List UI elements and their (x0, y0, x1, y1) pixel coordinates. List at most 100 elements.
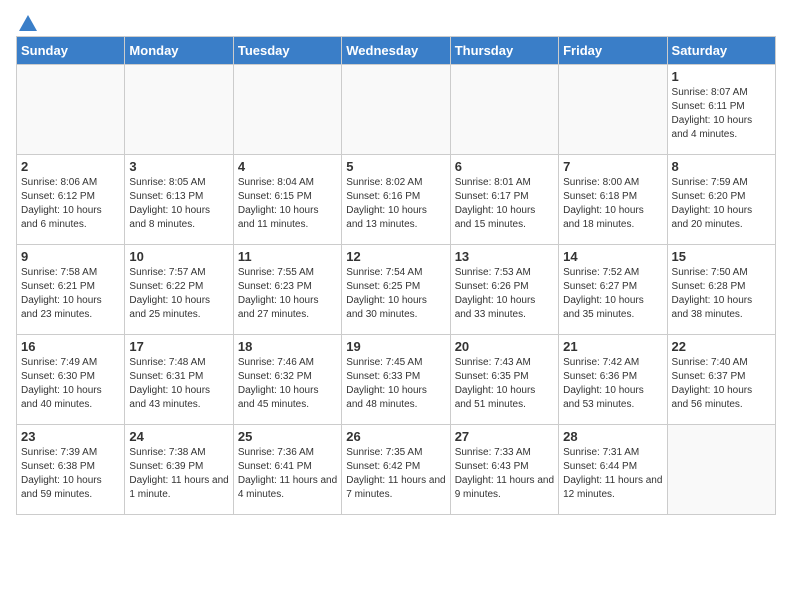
day-number: 11 (238, 249, 337, 264)
calendar-week-4: 16 Sunrise: 7:49 AM Sunset: 6:30 PM Dayli… (17, 335, 776, 425)
day-number: 21 (563, 339, 662, 354)
header-day-thursday: Thursday (450, 37, 558, 65)
calendar-cell: 25Sunrise: 7:36 AM Sunset: 6:41 PM Dayli… (233, 425, 341, 515)
day-info: Sunrise: 7:45 AM Sunset: 6:33 PM Dayligh… (346, 356, 445, 412)
calendar-table: SundayMondayTuesdayWednesdayThursdayFrid… (16, 36, 776, 515)
day-number: 19 (346, 339, 445, 354)
calendar-cell: 5 Sunrise: 8:02 AM Sunset: 6:16 PM Daylig… (342, 155, 450, 245)
calendar-cell: 23 Sunrise: 7:39 AM Sunset: 6:38 PM Dayli… (17, 425, 125, 515)
calendar-cell: 16 Sunrise: 7:49 AM Sunset: 6:30 PM Dayli… (17, 335, 125, 425)
calendar-cell: 19 Sunrise: 7:45 AM Sunset: 6:33 PM Dayli… (342, 335, 450, 425)
day-info: Sunrise: 7:39 AM Sunset: 6:38 PM Dayligh… (21, 446, 120, 502)
calendar-week-3: 9 Sunrise: 7:58 AM Sunset: 6:21 PM Daylig… (17, 245, 776, 335)
day-info: Sunrise: 7:36 AM Sunset: 6:41 PM Dayligh… (238, 446, 337, 502)
day-info: Sunrise: 8:00 AM Sunset: 6:18 PM Dayligh… (563, 176, 662, 232)
header-day-saturday: Saturday (667, 37, 775, 65)
day-info: Sunrise: 8:07 AM Sunset: 6:11 PM Dayligh… (672, 86, 771, 142)
day-info: Sunrise: 7:54 AM Sunset: 6:25 PM Dayligh… (346, 266, 445, 322)
day-number: 1 (672, 69, 771, 84)
calendar-cell: 15 Sunrise: 7:50 AM Sunset: 6:28 PM Dayli… (667, 245, 775, 335)
calendar-week-2: 2 Sunrise: 8:06 AM Sunset: 6:12 PM Daylig… (17, 155, 776, 245)
day-info: Sunrise: 7:58 AM Sunset: 6:21 PM Dayligh… (21, 266, 120, 322)
day-number: 3 (129, 159, 228, 174)
calendar-cell: 10Sunrise: 7:57 AM Sunset: 6:22 PM Dayli… (125, 245, 233, 335)
calendar-cell: 4 Sunrise: 8:04 AM Sunset: 6:15 PM Daylig… (233, 155, 341, 245)
calendar-cell (450, 65, 558, 155)
calendar-cell (342, 65, 450, 155)
calendar-cell: 11 Sunrise: 7:55 AM Sunset: 6:23 PM Dayli… (233, 245, 341, 335)
day-info: Sunrise: 8:05 AM Sunset: 6:13 PM Dayligh… (129, 176, 228, 232)
calendar-cell: 22 Sunrise: 7:40 AM Sunset: 6:37 PM Dayli… (667, 335, 775, 425)
day-number: 18 (238, 339, 337, 354)
day-info: Sunrise: 7:55 AM Sunset: 6:23 PM Dayligh… (238, 266, 337, 322)
day-info: Sunrise: 7:46 AM Sunset: 6:32 PM Dayligh… (238, 356, 337, 412)
logo (16, 16, 38, 28)
calendar-cell: 3 Sunrise: 8:05 AM Sunset: 6:13 PM Daylig… (125, 155, 233, 245)
day-info: Sunrise: 8:04 AM Sunset: 6:15 PM Dayligh… (238, 176, 337, 232)
day-number: 16 (21, 339, 120, 354)
calendar-cell (17, 65, 125, 155)
day-number: 7 (563, 159, 662, 174)
day-number: 17 (129, 339, 228, 354)
day-info: Sunrise: 8:06 AM Sunset: 6:12 PM Dayligh… (21, 176, 120, 232)
day-info: Sunrise: 7:40 AM Sunset: 6:37 PM Dayligh… (672, 356, 771, 412)
day-number: 28 (563, 429, 662, 444)
calendar-cell (125, 65, 233, 155)
day-number: 27 (455, 429, 554, 444)
calendar-cell: 27Sunrise: 7:33 AM Sunset: 6:43 PM Dayli… (450, 425, 558, 515)
calendar-cell: 9 Sunrise: 7:58 AM Sunset: 6:21 PM Daylig… (17, 245, 125, 335)
day-number: 15 (672, 249, 771, 264)
day-number: 8 (672, 159, 771, 174)
day-number: 9 (21, 249, 120, 264)
calendar-week-1: 1 Sunrise: 8:07 AM Sunset: 6:11 PM Daylig… (17, 65, 776, 155)
day-number: 23 (21, 429, 120, 444)
calendar-cell: 8 Sunrise: 7:59 AM Sunset: 6:20 PM Daylig… (667, 155, 775, 245)
calendar-cell: 18 Sunrise: 7:46 AM Sunset: 6:32 PM Dayli… (233, 335, 341, 425)
calendar-week-5: 23 Sunrise: 7:39 AM Sunset: 6:38 PM Dayli… (17, 425, 776, 515)
day-info: Sunrise: 8:02 AM Sunset: 6:16 PM Dayligh… (346, 176, 445, 232)
day-number: 5 (346, 159, 445, 174)
day-info: Sunrise: 7:53 AM Sunset: 6:26 PM Dayligh… (455, 266, 554, 322)
day-number: 24 (129, 429, 228, 444)
calendar-cell: 2 Sunrise: 8:06 AM Sunset: 6:12 PM Daylig… (17, 155, 125, 245)
day-info: Sunrise: 7:38 AM Sunset: 6:39 PM Dayligh… (129, 446, 228, 502)
calendar-cell: 13 Sunrise: 7:53 AM Sunset: 6:26 PM Dayli… (450, 245, 558, 335)
calendar-cell (559, 65, 667, 155)
day-info: Sunrise: 7:43 AM Sunset: 6:35 PM Dayligh… (455, 356, 554, 412)
calendar-cell: 21Sunrise: 7:42 AM Sunset: 6:36 PM Dayli… (559, 335, 667, 425)
calendar-cell: 7 Sunrise: 8:00 AM Sunset: 6:18 PM Daylig… (559, 155, 667, 245)
header-day-friday: Friday (559, 37, 667, 65)
calendar-cell: 26Sunrise: 7:35 AM Sunset: 6:42 PM Dayli… (342, 425, 450, 515)
logo-icon (18, 14, 38, 34)
day-info: Sunrise: 8:01 AM Sunset: 6:17 PM Dayligh… (455, 176, 554, 232)
day-number: 12 (346, 249, 445, 264)
day-info: Sunrise: 7:50 AM Sunset: 6:28 PM Dayligh… (672, 266, 771, 322)
day-info: Sunrise: 7:31 AM Sunset: 6:44 PM Dayligh… (563, 446, 662, 502)
calendar-cell: 14 Sunrise: 7:52 AM Sunset: 6:27 PM Dayli… (559, 245, 667, 335)
day-number: 20 (455, 339, 554, 354)
calendar-cell: 24 Sunrise: 7:38 AM Sunset: 6:39 PM Dayli… (125, 425, 233, 515)
header-day-monday: Monday (125, 37, 233, 65)
calendar-cell: 17 Sunrise: 7:48 AM Sunset: 6:31 PM Dayli… (125, 335, 233, 425)
day-info: Sunrise: 7:52 AM Sunset: 6:27 PM Dayligh… (563, 266, 662, 322)
day-number: 14 (563, 249, 662, 264)
day-info: Sunrise: 7:48 AM Sunset: 6:31 PM Dayligh… (129, 356, 228, 412)
header-day-wednesday: Wednesday (342, 37, 450, 65)
day-info: Sunrise: 7:49 AM Sunset: 6:30 PM Dayligh… (21, 356, 120, 412)
calendar-cell: 28 Sunrise: 7:31 AM Sunset: 6:44 PM Dayli… (559, 425, 667, 515)
day-number: 2 (21, 159, 120, 174)
day-info: Sunrise: 7:59 AM Sunset: 6:20 PM Dayligh… (672, 176, 771, 232)
day-number: 13 (455, 249, 554, 264)
header-day-sunday: Sunday (17, 37, 125, 65)
calendar-cell: 12 Sunrise: 7:54 AM Sunset: 6:25 PM Dayli… (342, 245, 450, 335)
header-day-tuesday: Tuesday (233, 37, 341, 65)
calendar-cell (233, 65, 341, 155)
page-header (16, 16, 776, 28)
calendar-cell: 1 Sunrise: 8:07 AM Sunset: 6:11 PM Daylig… (667, 65, 775, 155)
day-number: 26 (346, 429, 445, 444)
day-number: 22 (672, 339, 771, 354)
day-number: 10 (129, 249, 228, 264)
calendar-cell (667, 425, 775, 515)
day-number: 4 (238, 159, 337, 174)
day-number: 6 (455, 159, 554, 174)
